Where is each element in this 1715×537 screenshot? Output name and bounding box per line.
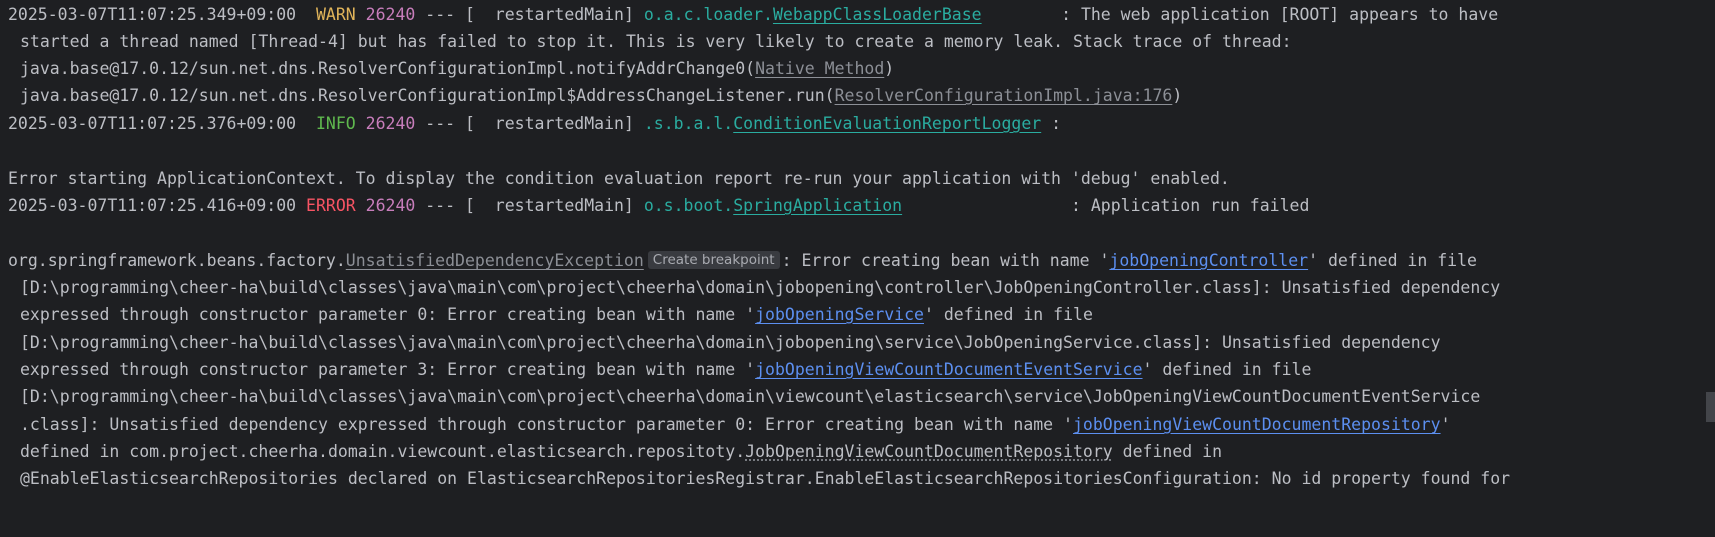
text-suffix: ' defined in file [1142,360,1312,379]
thread-name: restartedMain] [484,5,644,24]
log-line-info: 2025-03-07T11:07:25.376+09:00 INFO 26240… [8,109,1061,139]
create-breakpoint-button[interactable]: Create breakpoint [647,251,780,269]
bean-link[interactable]: jobOpeningService [755,305,924,324]
log-message: : [1041,114,1062,133]
frame-text: java.base@17.0.12/sun.net.dns.ResolverCo… [20,59,756,78]
text-suffix: defined in [1112,442,1223,461]
separator: --- [ [415,114,485,133]
log-line-warn: 2025-03-07T11:07:25.349+09:00 WARN 26240… [8,0,1498,30]
stack-frame: java.base@17.0.12/sun.net.dns.ResolverCo… [20,54,894,84]
separator: --- [ [415,196,485,215]
text-prefix: .class]: Unsatisfied dependency expresse… [20,415,1073,434]
logger-prefix: o.a.c.loader. [643,5,773,24]
native-method-link[interactable]: Native Method [755,59,884,78]
logger-prefix: o.s.boot. [643,196,734,215]
exception-package: org.springframework.beans.factory. [8,251,346,270]
text-prefix: expressed through constructor parameter … [20,305,756,324]
scrollbar-marker[interactable] [1706,392,1715,422]
log-text-line: defined in com.project.cheerha.domain.vi… [20,437,1222,467]
log-text-line: .class]: Unsatisfied dependency expresse… [20,410,1451,440]
exception-suffix: ' defined in file [1308,251,1477,270]
stack-frame: java.base@17.0.12/sun.net.dns.ResolverCo… [20,81,1182,111]
exception-line: org.springframework.beans.factory.Unsati… [8,246,1477,276]
bean-link[interactable]: jobOpeningViewCountDocumentRepository [1073,415,1441,434]
logger-prefix: .s.b.a.l. [643,114,734,133]
pid: 26240 [365,114,416,133]
bean-link[interactable]: jobOpeningController [1109,251,1308,270]
text-suffix: ' [1440,415,1451,434]
console-output[interactable]: 2025-03-07T11:07:25.349+09:00 WARN 26240… [0,0,1715,537]
source-file-link[interactable]: ResolverConfigurationImpl.java:176 [835,86,1173,105]
exception-class-link[interactable]: UnsatisfiedDependencyException [346,251,644,270]
level-warn: WARN [315,5,356,24]
log-text-line: expressed through constructor parameter … [20,355,1311,385]
log-message: : The web application [ROOT] appears to … [1051,5,1499,24]
bean-link[interactable]: jobOpeningViewCountDocumentEventService [755,360,1142,379]
thread-name: restartedMain] [484,114,644,133]
log-text-line: Error starting ApplicationContext. To di… [8,169,1230,188]
separator: --- [ [415,5,485,24]
log-text-line: [D:\programming\cheer-ha\build\classes\j… [20,387,1481,406]
repository-class-ref[interactable]: JobOpeningViewCountDocumentRepository [745,442,1113,461]
timestamp: 2025-03-07T11:07:25.349+09:00 [8,5,297,24]
text-prefix: expressed through constructor parameter … [20,360,756,379]
log-message: : Application run failed [1061,196,1310,215]
frame-suffix: ) [884,59,895,78]
frame-suffix: ) [1172,86,1183,105]
logger-link[interactable]: SpringApplication [733,196,902,215]
level-error: ERROR [306,196,356,215]
thread-name: restartedMain] [484,196,644,215]
text-prefix: defined in com.project.cheerha.domain.vi… [20,442,746,461]
text-suffix: ' defined in file [924,305,1093,324]
pid: 26240 [365,5,416,24]
logger-link[interactable]: WebappClassLoaderBase [773,5,982,24]
exception-message: : Error creating bean with name ' [781,251,1110,270]
level-info: INFO [315,114,356,133]
frame-text: java.base@17.0.12/sun.net.dns.ResolverCo… [20,86,835,105]
timestamp: 2025-03-07T11:07:25.416+09:00 [8,196,297,215]
log-text-line: expressed through constructor parameter … [20,300,1093,330]
log-line-error: 2025-03-07T11:07:25.416+09:00 ERROR 2624… [8,191,1309,221]
timestamp: 2025-03-07T11:07:25.376+09:00 [8,114,297,133]
pid: 26240 [365,196,416,215]
log-text-line: [D:\programming\cheer-ha\build\classes\j… [20,333,1441,352]
log-text-line: [D:\programming\cheer-ha\build\classes\j… [20,278,1501,297]
log-text-line: @EnableElasticsearchRepositories declare… [20,469,1511,488]
log-text-line: started a thread named [Thread-4] but ha… [20,32,1292,51]
logger-link[interactable]: ConditionEvaluationReportLogger [733,114,1041,133]
